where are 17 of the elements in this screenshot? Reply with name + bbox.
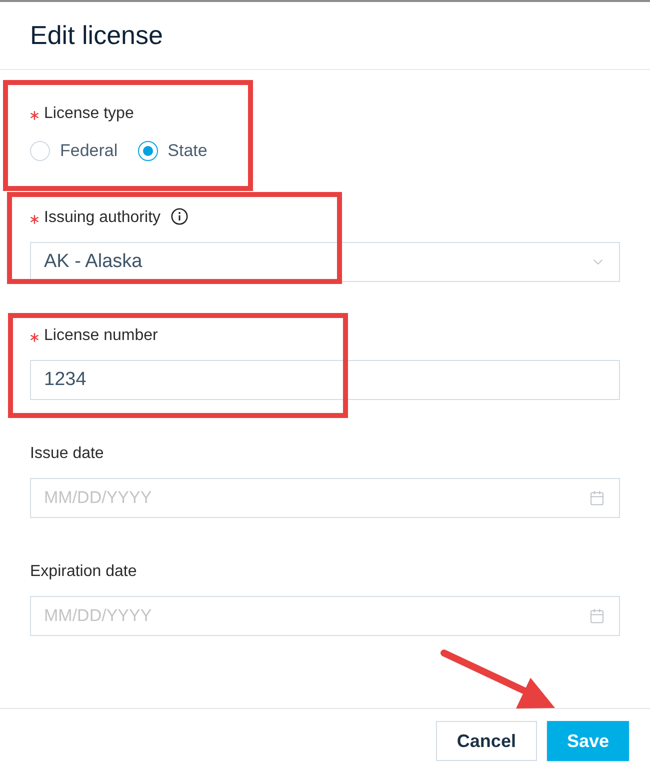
field-label: License type bbox=[44, 104, 134, 124]
radio-label[interactable]: Federal bbox=[60, 138, 118, 164]
radio-button[interactable] bbox=[138, 141, 158, 161]
date-field[interactable]: MM/DD/YYYY bbox=[30, 478, 620, 518]
cancel-button[interactable]: Cancel bbox=[436, 721, 537, 761]
field-label: License number bbox=[44, 326, 158, 346]
date-field[interactable]: MM/DD/YYYY bbox=[30, 596, 620, 636]
field-label: Issue date bbox=[30, 444, 104, 464]
radio-label[interactable]: State bbox=[168, 138, 208, 164]
calendar-icon[interactable] bbox=[589, 608, 605, 624]
field-label: Issuing authority bbox=[44, 208, 161, 228]
select-field[interactable]: AK - Alaska bbox=[30, 242, 620, 282]
field-label: Expiration date bbox=[30, 562, 137, 582]
calendar-icon[interactable] bbox=[589, 490, 605, 506]
info-icon[interactable] bbox=[170, 208, 188, 224]
input-field[interactable]: 1234 bbox=[30, 360, 620, 400]
dialog-title: Edit license bbox=[30, 19, 163, 52]
